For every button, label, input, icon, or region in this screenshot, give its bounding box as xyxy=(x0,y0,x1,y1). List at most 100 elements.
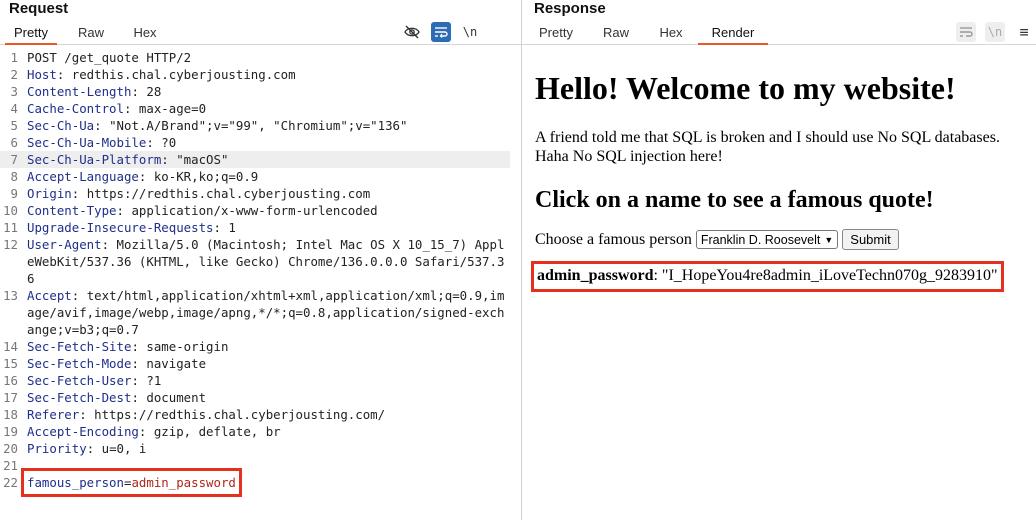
response-pane: Response Pretty Raw Hex Render \n ≡ Hell… xyxy=(522,0,1036,520)
page-heading: Hello! Welcome to my website! xyxy=(535,70,956,106)
header-line: 18 Referer: https://redthis.chal.cyberjou… xyxy=(0,406,510,423)
newline-toggle-button[interactable]: \n xyxy=(460,22,480,42)
header-lines: 2 Host: redthis.chal.cyberjousting.com 3 Co… xyxy=(0,66,521,457)
line-number: 2 xyxy=(10,67,18,82)
line-number: 18 xyxy=(3,407,18,422)
form-label: Choose a famous person xyxy=(535,230,692,248)
header-key: Upgrade-Insecure-Requests xyxy=(27,220,214,235)
result-value: : "I_HopeYou4re8admin_iLoveTechn070g_928… xyxy=(653,267,998,284)
result-key: admin_password xyxy=(537,267,654,284)
header-line: 4 Cache-Control: max-age=0 xyxy=(0,100,510,117)
header-key: Origin xyxy=(27,186,72,201)
header-separator: : xyxy=(138,424,154,439)
line-number: 19 xyxy=(3,424,18,439)
header-value: "Not.A/Brand";v="99", "Chromium";v="136" xyxy=(109,118,408,133)
header-key: Accept xyxy=(27,288,72,303)
request-pane-title: Request xyxy=(9,0,69,17)
header-key: Accept-Language xyxy=(27,169,139,184)
body-param-highlight: famous_person=admin_password xyxy=(21,468,242,497)
response-tab-hex[interactable]: Hex xyxy=(650,20,692,45)
header-line: 11 Upgrade-Insecure-Requests: 1 xyxy=(0,219,510,236)
header-line: 13 Accept: text/html,application/xhtml+xm… xyxy=(0,287,510,338)
header-key: Sec-Ch-Ua xyxy=(27,118,95,133)
header-value: 1 xyxy=(228,220,236,235)
line-number: 15 xyxy=(3,356,18,371)
line-number: 12 xyxy=(3,237,18,252)
header-key: Referer xyxy=(27,407,80,422)
header-separator: : xyxy=(56,67,72,82)
request-tab-pretty[interactable]: Pretty xyxy=(5,20,57,45)
header-separator: : xyxy=(161,152,177,167)
request-line: 1 POST /get_quote HTTP/2 xyxy=(10,50,192,65)
newline-toggle-button[interactable]: \n xyxy=(985,22,1005,42)
line-number: 9 xyxy=(10,186,18,201)
header-separator: : xyxy=(86,441,102,456)
response-pane-title: Response xyxy=(534,0,606,17)
line-number: 10 xyxy=(3,203,18,218)
line-number: 13 xyxy=(3,288,18,303)
person-select[interactable]: Franklin D. Roosevelt ▼ xyxy=(695,230,839,249)
header-key: Cache-Control xyxy=(27,101,124,116)
header-value: "macOS" xyxy=(176,152,229,167)
header-value: 28 xyxy=(146,84,162,99)
header-value: ?0 xyxy=(161,135,177,150)
header-value: https://redthis.chal.cyberjousting.com/ xyxy=(94,407,386,422)
header-key: User-Agent xyxy=(27,237,102,252)
wrap-lines-icon[interactable] xyxy=(956,22,976,42)
header-line: 5 Sec-Ch-Ua: "Not.A/Brand";v="99", "Chrom… xyxy=(0,117,510,134)
line-number: 6 xyxy=(10,135,18,150)
header-separator: : xyxy=(131,84,147,99)
request-pane: Request Pretty Raw Hex \n 1 POST /get_quo… xyxy=(0,0,521,520)
header-value: ?1 xyxy=(146,373,162,388)
request-line-text: POST /get_quote HTTP/2 xyxy=(27,50,192,65)
body-line: 22 famous_person=admin_password xyxy=(0,468,510,497)
header-line: 15 Sec-Fetch-Mode: navigate xyxy=(0,355,510,372)
request-editor[interactable]: 1 POST /get_quote HTTP/2 2 Host: redthis.c… xyxy=(0,49,521,520)
header-value: text/html,application/xhtml+xml,applicat… xyxy=(27,288,505,337)
header-value: redthis.chal.cyberjousting.com xyxy=(71,67,296,82)
wrap-lines-icon[interactable] xyxy=(431,22,451,42)
header-value: https://redthis.chal.cyberjousting.com xyxy=(86,186,371,201)
response-tab-raw[interactable]: Raw xyxy=(594,20,638,45)
header-separator: : xyxy=(146,135,162,150)
header-line: 16 Sec-Fetch-User: ?1 xyxy=(0,372,510,389)
request-tab-hex[interactable]: Hex xyxy=(122,20,168,45)
request-tab-raw[interactable]: Raw xyxy=(66,20,116,45)
header-separator: : xyxy=(123,101,139,116)
line-number: 5 xyxy=(10,118,18,133)
header-key: Host xyxy=(27,67,57,82)
header-line: 20 Priority: u=0, i xyxy=(0,440,510,457)
param-key: famous_person xyxy=(27,475,124,490)
line-number: 3 xyxy=(10,84,18,99)
header-key: Sec-Ch-Ua-Mobile xyxy=(27,135,147,150)
eye-slash-icon[interactable] xyxy=(402,22,422,42)
header-separator: : xyxy=(79,407,95,422)
line-number: 4 xyxy=(10,101,18,116)
header-separator: : xyxy=(101,237,117,252)
header-value: ko-KR,ko;q=0.9 xyxy=(153,169,259,184)
result-box: admin_password: "I_HopeYou4re8admin_iLov… xyxy=(531,261,1004,292)
blank-line: 21 xyxy=(0,457,510,474)
header-separator: : xyxy=(138,169,154,184)
page-paragraph: A friend told me that SQL is broken and … xyxy=(535,129,1000,165)
header-line: 10 Content-Type: application/x-www-form-u… xyxy=(0,202,510,219)
header-separator: : xyxy=(71,186,87,201)
header-key: Accept-Encoding xyxy=(27,424,139,439)
response-tab-render[interactable]: Render xyxy=(698,20,768,45)
header-separator: : xyxy=(213,220,229,235)
header-key: Priority xyxy=(27,441,87,456)
header-line: 8 Accept-Language: ko-KR,ko;q=0.9 xyxy=(0,168,510,185)
header-line: 7 Sec-Ch-Ua-Platform: "macOS" xyxy=(0,151,510,168)
header-separator: : xyxy=(131,390,147,405)
line-number: 16 xyxy=(3,373,18,388)
menu-icon[interactable]: ≡ xyxy=(1014,22,1034,42)
submit-button[interactable]: Submit xyxy=(842,229,899,250)
header-key: Content-Length xyxy=(27,84,132,99)
header-separator: : xyxy=(131,356,147,371)
header-key: Sec-Fetch-Mode xyxy=(27,356,132,371)
line-number: 14 xyxy=(3,339,18,354)
header-value: same-origin xyxy=(146,339,229,354)
response-tab-pretty[interactable]: Pretty xyxy=(530,20,582,45)
header-separator: : xyxy=(94,118,110,133)
header-value: navigate xyxy=(146,356,207,371)
